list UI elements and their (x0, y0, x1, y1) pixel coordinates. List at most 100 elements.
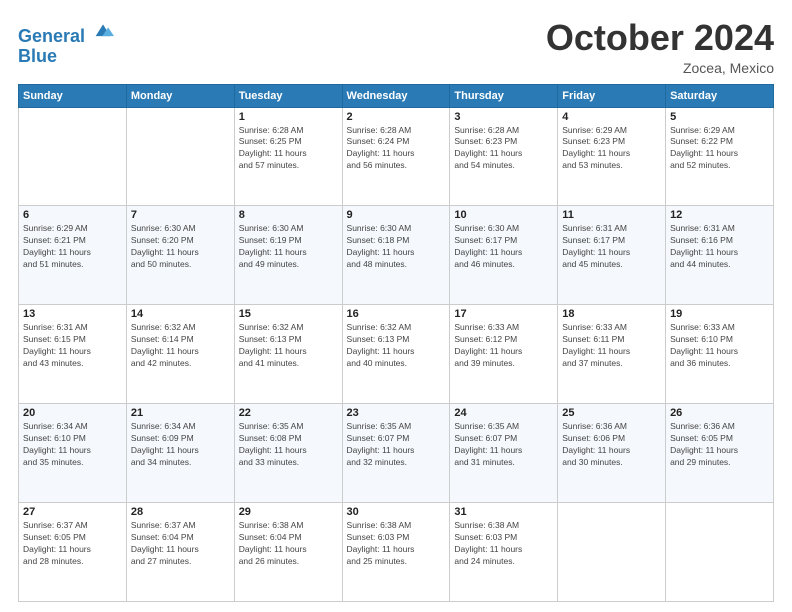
calendar-cell: 31 Sunrise: 6:38 AM Sunset: 6:03 PM Dayli… (450, 503, 558, 602)
day-number: 14 (131, 308, 230, 320)
weekday-header-tuesday: Tuesday (234, 84, 342, 107)
week-row-5: 27 Sunrise: 6:37 AM Sunset: 6:05 PM Dayli… (19, 503, 774, 602)
day-number: 6 (23, 209, 122, 221)
calendar-cell: 15 Sunrise: 6:32 AM Sunset: 6:13 PM Dayli… (234, 305, 342, 404)
day-number: 17 (454, 308, 553, 320)
calendar-cell: 3 Sunrise: 6:28 AM Sunset: 6:23 PM Daylig… (450, 107, 558, 206)
weekday-header-row: SundayMondayTuesdayWednesdayThursdayFrid… (19, 84, 774, 107)
calendar-cell: 10Sunrise: 6:30 AM Sunset: 6:17 PM Dayli… (450, 206, 558, 305)
day-number: 10 (454, 209, 553, 221)
day-info: Sunrise: 6:30 AM Sunset: 6:20 PM Dayligh… (131, 223, 230, 271)
day-info: Sunrise: 6:28 AM Sunset: 6:25 PM Dayligh… (239, 125, 338, 173)
day-number: 13 (23, 308, 122, 320)
calendar-cell: 18Sunrise: 6:33 AM Sunset: 6:11 PM Dayli… (558, 305, 666, 404)
week-row-4: 20 Sunrise: 6:34 AM Sunset: 6:10 PM Dayli… (19, 404, 774, 503)
day-info: Sunrise: 6:28 AM Sunset: 6:23 PM Dayligh… (454, 125, 553, 173)
day-info: Sunrise: 6:34 AM Sunset: 6:10 PM Dayligh… (23, 421, 122, 469)
day-info: Sunrise: 6:30 AM Sunset: 6:18 PM Dayligh… (347, 223, 446, 271)
header: General Blue October 2024 Zocea, Mexico (18, 18, 774, 76)
day-number: 18 (562, 308, 661, 320)
day-info: Sunrise: 6:29 AM Sunset: 6:23 PM Dayligh… (562, 125, 661, 173)
weekday-header-friday: Friday (558, 84, 666, 107)
day-info: Sunrise: 6:29 AM Sunset: 6:21 PM Dayligh… (23, 223, 122, 271)
day-number: 7 (131, 209, 230, 221)
logo-text: General (18, 20, 114, 47)
week-row-2: 6 Sunrise: 6:29 AM Sunset: 6:21 PM Daylig… (19, 206, 774, 305)
calendar-cell: 4Sunrise: 6:29 AM Sunset: 6:23 PM Daylig… (558, 107, 666, 206)
day-number: 22 (239, 407, 338, 419)
day-info: Sunrise: 6:31 AM Sunset: 6:17 PM Dayligh… (562, 223, 661, 271)
calendar-cell: 5 Sunrise: 6:29 AM Sunset: 6:22 PM Daylig… (666, 107, 774, 206)
day-info: Sunrise: 6:32 AM Sunset: 6:13 PM Dayligh… (347, 322, 446, 370)
day-info: Sunrise: 6:29 AM Sunset: 6:22 PM Dayligh… (670, 125, 769, 173)
calendar-cell: 22Sunrise: 6:35 AM Sunset: 6:08 PM Dayli… (234, 404, 342, 503)
day-info: Sunrise: 6:35 AM Sunset: 6:07 PM Dayligh… (347, 421, 446, 469)
week-row-1: 1Sunrise: 6:28 AM Sunset: 6:25 PM Daylig… (19, 107, 774, 206)
day-number: 11 (562, 209, 661, 221)
day-number: 15 (239, 308, 338, 320)
calendar-cell: 16 Sunrise: 6:32 AM Sunset: 6:13 PM Dayli… (342, 305, 450, 404)
day-info: Sunrise: 6:36 AM Sunset: 6:06 PM Dayligh… (562, 421, 661, 469)
calendar-cell: 27 Sunrise: 6:37 AM Sunset: 6:05 PM Dayli… (19, 503, 127, 602)
calendar-cell: 11 Sunrise: 6:31 AM Sunset: 6:17 PM Dayli… (558, 206, 666, 305)
calendar-cell (126, 107, 234, 206)
day-info: Sunrise: 6:31 AM Sunset: 6:15 PM Dayligh… (23, 322, 122, 370)
day-info: Sunrise: 6:38 AM Sunset: 6:04 PM Dayligh… (239, 520, 338, 568)
day-number: 28 (131, 506, 230, 518)
day-info: Sunrise: 6:37 AM Sunset: 6:05 PM Dayligh… (23, 520, 122, 568)
day-number: 16 (347, 308, 446, 320)
day-number: 20 (23, 407, 122, 419)
day-info: Sunrise: 6:30 AM Sunset: 6:19 PM Dayligh… (239, 223, 338, 271)
day-number: 30 (347, 506, 446, 518)
day-info: Sunrise: 6:33 AM Sunset: 6:12 PM Dayligh… (454, 322, 553, 370)
day-number: 3 (454, 111, 553, 123)
calendar-cell (19, 107, 127, 206)
calendar-cell (558, 503, 666, 602)
weekday-header-thursday: Thursday (450, 84, 558, 107)
day-info: Sunrise: 6:37 AM Sunset: 6:04 PM Dayligh… (131, 520, 230, 568)
calendar-cell: 21 Sunrise: 6:34 AM Sunset: 6:09 PM Dayli… (126, 404, 234, 503)
weekday-header-sunday: Sunday (19, 84, 127, 107)
page: General Blue October 2024 Zocea, Mexico (0, 0, 792, 612)
calendar-cell: 30 Sunrise: 6:38 AM Sunset: 6:03 PM Dayli… (342, 503, 450, 602)
calendar-cell: 26 Sunrise: 6:36 AM Sunset: 6:05 PM Dayli… (666, 404, 774, 503)
day-number: 5 (670, 111, 769, 123)
day-number: 19 (670, 308, 769, 320)
week-row-3: 13 Sunrise: 6:31 AM Sunset: 6:15 PM Dayli… (19, 305, 774, 404)
day-info: Sunrise: 6:38 AM Sunset: 6:03 PM Dayligh… (454, 520, 553, 568)
calendar-cell: 2Sunrise: 6:28 AM Sunset: 6:24 PM Daylig… (342, 107, 450, 206)
calendar-cell: 19Sunrise: 6:33 AM Sunset: 6:10 PM Dayli… (666, 305, 774, 404)
calendar-cell: 14 Sunrise: 6:32 AM Sunset: 6:14 PM Dayli… (126, 305, 234, 404)
day-info: Sunrise: 6:38 AM Sunset: 6:03 PM Dayligh… (347, 520, 446, 568)
weekday-header-saturday: Saturday (666, 84, 774, 107)
calendar-cell: 17 Sunrise: 6:33 AM Sunset: 6:12 PM Dayli… (450, 305, 558, 404)
calendar-cell: 24 Sunrise: 6:35 AM Sunset: 6:07 PM Dayli… (450, 404, 558, 503)
day-info: Sunrise: 6:34 AM Sunset: 6:09 PM Dayligh… (131, 421, 230, 469)
day-number: 31 (454, 506, 553, 518)
calendar-cell: 1Sunrise: 6:28 AM Sunset: 6:25 PM Daylig… (234, 107, 342, 206)
day-info: Sunrise: 6:31 AM Sunset: 6:16 PM Dayligh… (670, 223, 769, 271)
day-number: 8 (239, 209, 338, 221)
day-info: Sunrise: 6:32 AM Sunset: 6:13 PM Dayligh… (239, 322, 338, 370)
day-number: 21 (131, 407, 230, 419)
day-number: 27 (23, 506, 122, 518)
weekday-header-monday: Monday (126, 84, 234, 107)
calendar-cell: 29 Sunrise: 6:38 AM Sunset: 6:04 PM Dayli… (234, 503, 342, 602)
day-info: Sunrise: 6:36 AM Sunset: 6:05 PM Dayligh… (670, 421, 769, 469)
calendar-cell: 28 Sunrise: 6:37 AM Sunset: 6:04 PM Dayli… (126, 503, 234, 602)
calendar-cell: 13 Sunrise: 6:31 AM Sunset: 6:15 PM Dayli… (19, 305, 127, 404)
calendar-cell: 9Sunrise: 6:30 AM Sunset: 6:18 PM Daylig… (342, 206, 450, 305)
calendar-cell: 8 Sunrise: 6:30 AM Sunset: 6:19 PM Daylig… (234, 206, 342, 305)
day-info: Sunrise: 6:32 AM Sunset: 6:14 PM Dayligh… (131, 322, 230, 370)
day-number: 26 (670, 407, 769, 419)
subtitle: Zocea, Mexico (546, 60, 774, 76)
calendar-cell (666, 503, 774, 602)
day-number: 29 (239, 506, 338, 518)
day-number: 25 (562, 407, 661, 419)
day-number: 23 (347, 407, 446, 419)
day-number: 12 (670, 209, 769, 221)
title-block: October 2024 Zocea, Mexico (546, 18, 774, 76)
calendar-cell: 12 Sunrise: 6:31 AM Sunset: 6:16 PM Dayli… (666, 206, 774, 305)
day-info: Sunrise: 6:35 AM Sunset: 6:07 PM Dayligh… (454, 421, 553, 469)
day-number: 24 (454, 407, 553, 419)
